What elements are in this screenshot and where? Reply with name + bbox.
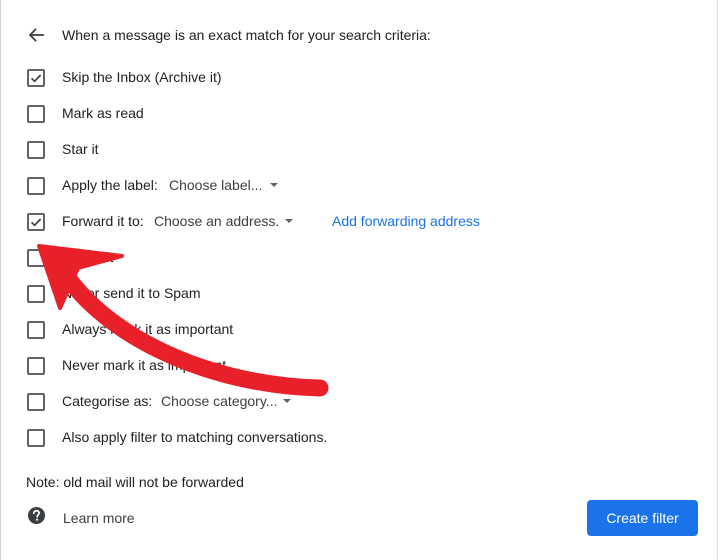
option-delete-it[interactable]: Delete it (27, 248, 113, 268)
option-forward-it[interactable]: Forward it to: Choose an address. Add fo… (27, 212, 480, 232)
checkbox-never-spam[interactable] (27, 285, 45, 303)
option-never-spam[interactable]: Never send it to Spam (27, 284, 201, 304)
option-star-it[interactable]: Star it (27, 140, 99, 160)
option-mark-as-read[interactable]: Mark as read (27, 104, 144, 124)
checkbox-never-important[interactable] (27, 357, 45, 375)
option-label: Forward it to: (62, 213, 144, 229)
label-select[interactable]: Choose label... (169, 177, 279, 193)
filter-actions-header: When a message is an exact match for you… (26, 24, 431, 46)
option-label: Never send it to Spam (62, 285, 201, 301)
header-text: When a message is an exact match for you… (62, 27, 431, 43)
dropdown-caret-icon (270, 183, 279, 187)
dropdown-caret-icon (285, 219, 294, 223)
checkbox-star-it[interactable] (27, 141, 45, 159)
option-label: Apply the label: (62, 177, 158, 193)
forward-address-value: Choose an address. (154, 213, 280, 229)
learn-more-link[interactable]: Learn more (27, 506, 135, 530)
checkbox-forward-it[interactable] (27, 213, 45, 231)
help-circle-icon (27, 506, 46, 530)
label-select-value: Choose label... (169, 177, 263, 193)
add-forwarding-address-link[interactable]: Add forwarding address (332, 213, 480, 229)
checkbox-categorise[interactable] (27, 393, 45, 411)
create-filter-button[interactable]: Create filter (587, 500, 698, 536)
option-label: Skip the Inbox (Archive it) (62, 69, 222, 85)
dropdown-caret-icon (283, 399, 292, 403)
option-apply-label[interactable]: Apply the label: Choose label... (27, 176, 279, 196)
option-label: Delete it (62, 249, 114, 265)
option-label: Star it (62, 141, 99, 157)
forwarding-note: Note: old mail will not be forwarded (26, 474, 244, 490)
option-label: Always mark it as important (62, 321, 234, 337)
option-label: Categorise as: (62, 393, 153, 409)
checkbox-apply-to-matching[interactable] (27, 429, 45, 447)
category-select[interactable]: Choose category... (161, 393, 292, 409)
learn-more-label: Learn more (63, 510, 135, 526)
arrow-back-icon[interactable] (26, 25, 46, 45)
dialog-left-border (0, 0, 1, 560)
option-always-important[interactable]: Always mark it as important (27, 320, 233, 340)
option-never-important[interactable]: Never mark it as important (27, 356, 226, 376)
option-label: Never mark it as important (62, 357, 227, 373)
option-categorise[interactable]: Categorise as: Choose category... (27, 392, 292, 412)
checkbox-skip-inbox[interactable] (27, 69, 45, 87)
option-skip-inbox[interactable]: Skip the Inbox (Archive it) (27, 68, 222, 88)
checkmark-icon (30, 74, 42, 83)
checkbox-mark-as-read[interactable] (27, 105, 45, 123)
checkbox-always-important[interactable] (27, 321, 45, 339)
checkmark-icon (30, 218, 42, 227)
checkbox-delete-it[interactable] (27, 249, 45, 267)
forward-address-select[interactable]: Choose an address. (154, 213, 294, 229)
category-select-value: Choose category... (161, 393, 278, 409)
option-apply-to-matching[interactable]: Also apply filter to matching conversati… (27, 428, 327, 448)
option-label: Also apply filter to matching conversati… (62, 429, 328, 445)
option-label: Mark as read (62, 105, 144, 121)
checkbox-apply-label[interactable] (27, 177, 45, 195)
